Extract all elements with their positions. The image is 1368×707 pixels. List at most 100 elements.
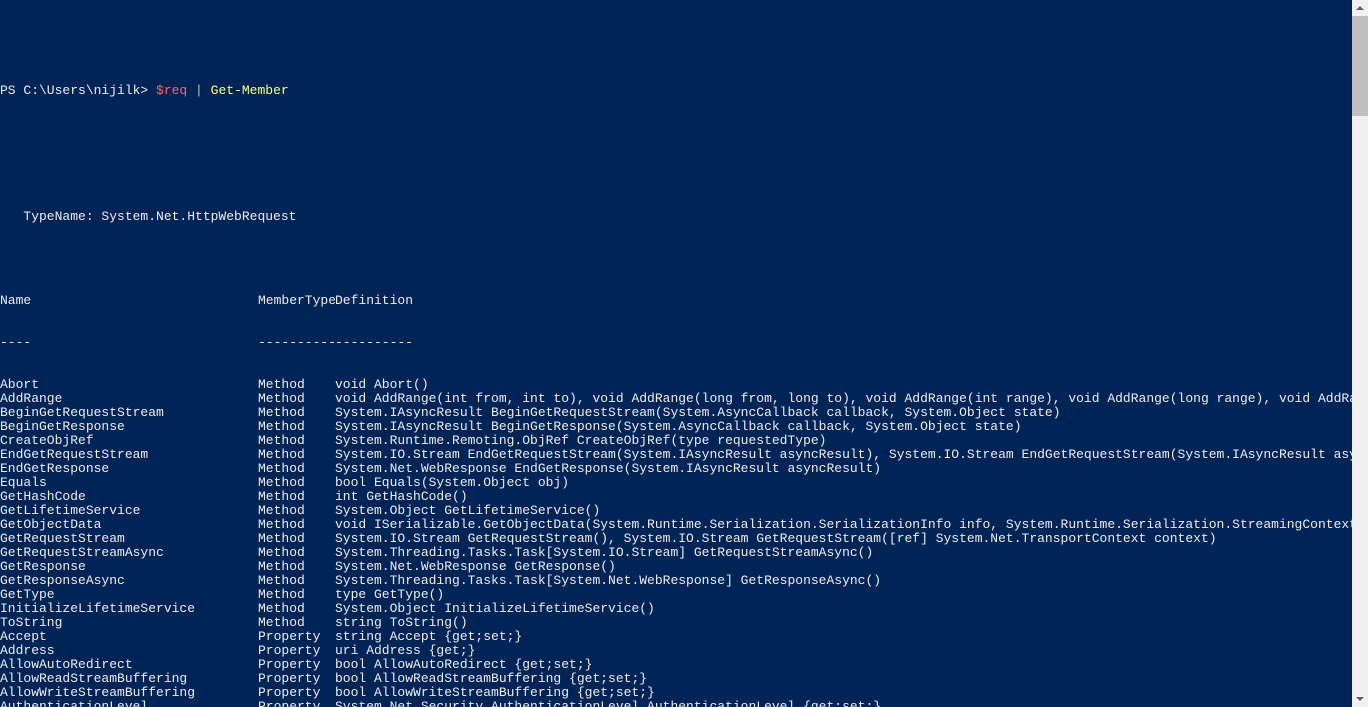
cell-definition: void ISerializable.GetObjectData(System.… bbox=[335, 518, 1352, 532]
table-row: EqualsMethodbool Equals(System.Object ob… bbox=[0, 476, 1352, 490]
powershell-terminal[interactable]: PS C:\Users\nijilk> $req | Get-Member Ty… bbox=[0, 56, 1352, 707]
blank-line bbox=[0, 126, 1352, 140]
table-row: BeginGetResponseMethodSystem.IAsyncResul… bbox=[0, 420, 1352, 434]
chevron-down-icon bbox=[1356, 695, 1364, 703]
cell-name: ToString bbox=[0, 616, 258, 630]
cell-definition: System.Net.Security.AuthenticationLevel … bbox=[335, 700, 881, 707]
table-row: GetResponseAsyncMethodSystem.Threading.T… bbox=[0, 574, 1352, 588]
cell-name: EndGetResponse bbox=[0, 462, 258, 476]
header-def: Definition bbox=[335, 294, 413, 308]
cell-type: Property bbox=[258, 658, 335, 672]
table-row: AddressPropertyuri Address {get;} bbox=[0, 644, 1352, 658]
cell-definition: System.IAsyncResult BeginGetRequestStrea… bbox=[335, 406, 1061, 420]
cell-name: InitializeLifetimeService bbox=[0, 602, 258, 616]
table-header: NameMemberTypeDefinition bbox=[0, 294, 1352, 308]
cell-name: CreateObjRef bbox=[0, 434, 258, 448]
table-row: AllowReadStreamBufferingPropertybool All… bbox=[0, 672, 1352, 686]
cell-type: Method bbox=[258, 546, 335, 560]
blank-line bbox=[0, 252, 1352, 266]
cell-type: Method bbox=[258, 490, 335, 504]
cell-name: GetObjectData bbox=[0, 518, 258, 532]
typename-line: TypeName: System.Net.HttpWebRequest bbox=[0, 210, 1352, 224]
cell-type: Method bbox=[258, 406, 335, 420]
scrollbar-track[interactable] bbox=[1352, 16, 1368, 691]
table-row: GetObjectDataMethodvoid ISerializable.Ge… bbox=[0, 518, 1352, 532]
cell-type: Property bbox=[258, 630, 335, 644]
dash-def: ---------- bbox=[335, 336, 413, 350]
cell-type: Property bbox=[258, 672, 335, 686]
prompt-line: PS C:\Users\nijilk> $req | Get-Member bbox=[0, 84, 1352, 98]
table-row: GetRequestStreamMethodSystem.IO.Stream G… bbox=[0, 532, 1352, 546]
cell-type: Method bbox=[258, 518, 335, 532]
cell-type: Property bbox=[258, 700, 335, 707]
cell-type: Method bbox=[258, 378, 335, 392]
cell-name: Address bbox=[0, 644, 258, 658]
table-row: AddRangeMethodvoid AddRange(int from, in… bbox=[0, 392, 1352, 406]
vertical-scrollbar[interactable] bbox=[1352, 0, 1368, 707]
cell-name: AddRange bbox=[0, 392, 258, 406]
cell-name: BeginGetRequestStream bbox=[0, 406, 258, 420]
cell-type: Method bbox=[258, 574, 335, 588]
cell-definition: System.IO.Stream EndGetRequestStream(Sys… bbox=[335, 448, 1352, 462]
cell-name: GetRequestStreamAsync bbox=[0, 546, 258, 560]
prompt-cmdlet: Get-Member bbox=[211, 83, 289, 98]
table-row: InitializeLifetimeServiceMethodSystem.Ob… bbox=[0, 602, 1352, 616]
cell-definition: string ToString() bbox=[335, 616, 468, 630]
cell-type: Method bbox=[258, 420, 335, 434]
prompt-variable: $req bbox=[156, 83, 187, 98]
scrollbar-thumb[interactable] bbox=[1352, 16, 1368, 116]
cell-name: Equals bbox=[0, 476, 258, 490]
cell-definition: System.Runtime.Remoting.ObjRef CreateObj… bbox=[335, 434, 826, 448]
cell-name: GetResponse bbox=[0, 560, 258, 574]
cell-name: GetResponseAsync bbox=[0, 574, 258, 588]
cell-name: AuthenticationLevel bbox=[0, 700, 258, 707]
cell-type: Method bbox=[258, 448, 335, 462]
cell-definition: bool AllowWriteStreamBuffering {get;set;… bbox=[335, 686, 655, 700]
table-row: AllowWriteStreamBufferingPropertybool Al… bbox=[0, 686, 1352, 700]
cell-type: Method bbox=[258, 602, 335, 616]
cell-type: Method bbox=[258, 616, 335, 630]
cell-type: Method bbox=[258, 560, 335, 574]
dash-type: ---------- bbox=[258, 336, 335, 350]
dash-name: ---- bbox=[0, 336, 258, 350]
cell-definition: bool AllowAutoRedirect {get;set;} bbox=[335, 658, 592, 672]
table-row: GetLifetimeServiceMethodSystem.Object Ge… bbox=[0, 504, 1352, 518]
table-row: GetResponseMethodSystem.Net.WebResponse … bbox=[0, 560, 1352, 574]
prompt-pipe: | bbox=[187, 83, 210, 98]
cell-definition: System.IAsyncResult BeginGetResponse(Sys… bbox=[335, 420, 1022, 434]
cell-name: Accept bbox=[0, 630, 258, 644]
cell-name: AllowAutoRedirect bbox=[0, 658, 258, 672]
prompt-prefix: PS C:\Users\nijilk> bbox=[0, 83, 156, 98]
cell-name: AllowWriteStreamBuffering bbox=[0, 686, 258, 700]
cell-name: AllowReadStreamBuffering bbox=[0, 672, 258, 686]
cell-definition: System.Threading.Tasks.Task[System.Net.W… bbox=[335, 574, 881, 588]
table-row: AllowAutoRedirectPropertybool AllowAutoR… bbox=[0, 658, 1352, 672]
scroll-down-button[interactable] bbox=[1352, 691, 1368, 707]
table-row: AbortMethodvoid Abort() bbox=[0, 378, 1352, 392]
table-row: EndGetRequestStreamMethodSystem.IO.Strea… bbox=[0, 448, 1352, 462]
cell-definition: void Abort() bbox=[335, 378, 429, 392]
table-row: CreateObjRefMethodSystem.Runtime.Remotin… bbox=[0, 434, 1352, 448]
cell-name: Abort bbox=[0, 378, 258, 392]
header-type: MemberType bbox=[258, 294, 335, 308]
cell-definition: uri Address {get;} bbox=[335, 644, 475, 658]
cell-type: Method bbox=[258, 476, 335, 490]
scroll-up-button[interactable] bbox=[1352, 0, 1368, 16]
cell-definition: void AddRange(int from, int to), void Ad… bbox=[335, 392, 1352, 406]
cell-definition: int GetHashCode() bbox=[335, 490, 468, 504]
table-row: AuthenticationLevelPropertySystem.Net.Se… bbox=[0, 700, 1352, 707]
cell-type: Method bbox=[258, 504, 335, 518]
table-row: GetTypeMethodtype GetType() bbox=[0, 588, 1352, 602]
header-name: Name bbox=[0, 294, 258, 308]
cell-definition: type GetType() bbox=[335, 588, 444, 602]
chevron-up-icon bbox=[1356, 4, 1364, 12]
cell-type: Method bbox=[258, 434, 335, 448]
table-row: BeginGetRequestStreamMethodSystem.IAsync… bbox=[0, 406, 1352, 420]
cell-definition: System.Object InitializeLifetimeService(… bbox=[335, 602, 655, 616]
cell-name: GetHashCode bbox=[0, 490, 258, 504]
table-header-dashes: ------------------------ bbox=[0, 336, 1352, 350]
cell-definition: bool AllowReadStreamBuffering {get;set;} bbox=[335, 672, 647, 686]
table-row: AcceptPropertystring Accept {get;set;} bbox=[0, 630, 1352, 644]
cell-definition: System.Net.WebResponse EndGetResponse(Sy… bbox=[335, 462, 881, 476]
cell-definition: bool Equals(System.Object obj) bbox=[335, 476, 569, 490]
